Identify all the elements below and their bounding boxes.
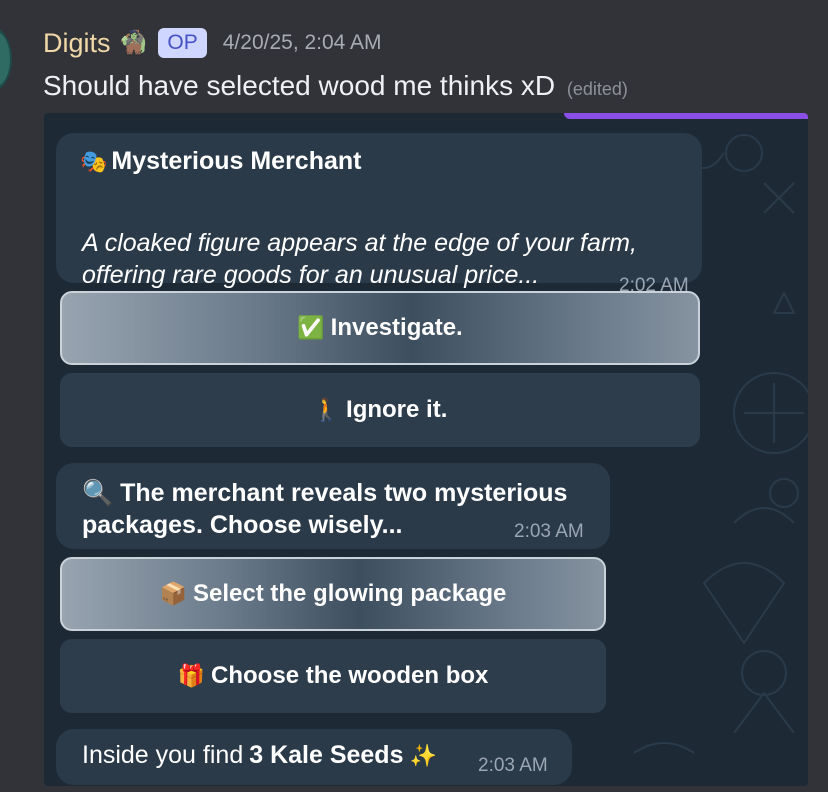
result-prefix: Inside you find bbox=[82, 741, 244, 769]
result-text: Inside you find 3 Kale Seeds ✨ bbox=[82, 741, 437, 770]
ignore-button[interactable]: 🚶 Ignore it. bbox=[60, 373, 700, 447]
result-bubble: Inside you find 3 Kale Seeds ✨ 2:03 AM bbox=[56, 729, 572, 785]
investigate-button[interactable]: ✅ Investigate. bbox=[60, 291, 700, 365]
theater-masks-icon: 🎭 bbox=[80, 148, 108, 174]
sparkles-icon: ✨ bbox=[409, 742, 437, 768]
author-emoji-icon: 🧌 bbox=[118, 29, 149, 57]
packages-bubble: 🔍 The merchant reveals two mysterious pa… bbox=[56, 463, 610, 549]
message-header: Digits 🧌 OP 4/20/25, 2:04 AM bbox=[43, 26, 382, 60]
glowing-package-button[interactable]: 📦 Select the glowing package bbox=[60, 557, 606, 631]
message-timestamp[interactable]: 4/20/25, 2:04 AM bbox=[223, 31, 382, 55]
package-icon: 📦 bbox=[159, 581, 187, 606]
purple-message-edge bbox=[564, 113, 808, 119]
walking-person-icon: 🚶 bbox=[312, 397, 341, 422]
attached-screenshot[interactable]: 🎭 Mysterious Merchant A cloaked figure a… bbox=[44, 113, 808, 786]
event-description: A cloaked figure appears at the edge of … bbox=[82, 229, 637, 289]
event-title-text: Mysterious Merchant bbox=[111, 147, 362, 175]
gift-icon: 🎁 bbox=[177, 663, 206, 688]
author-name[interactable]: Digits bbox=[43, 28, 111, 59]
bubble-time: 2:03 AM bbox=[514, 521, 584, 542]
op-badge: OP bbox=[158, 28, 207, 58]
result-item: 3 Kale Seeds bbox=[249, 741, 404, 769]
merchant-event-bubble: 🎭 Mysterious Merchant A cloaked figure a… bbox=[56, 133, 702, 296]
message-text: Should have selected wood me thinks xD bbox=[43, 70, 556, 101]
message-content: Should have selected wood me thinks xD (… bbox=[43, 70, 628, 102]
button-label: Choose the wooden box bbox=[211, 662, 489, 689]
event-title: 🎭 Mysterious Merchant bbox=[80, 147, 361, 176]
button-label: Investigate. bbox=[330, 314, 463, 341]
edited-label: (edited) bbox=[566, 79, 628, 99]
bubble-time: 2:03 AM bbox=[478, 755, 548, 776]
check-mark-icon: ✅ bbox=[297, 315, 325, 340]
button-label: Ignore it. bbox=[346, 396, 448, 423]
wooden-box-button[interactable]: 🎁 Choose the wooden box bbox=[60, 639, 606, 713]
author-avatar[interactable] bbox=[0, 24, 12, 94]
button-label: Select the glowing package bbox=[192, 580, 507, 607]
